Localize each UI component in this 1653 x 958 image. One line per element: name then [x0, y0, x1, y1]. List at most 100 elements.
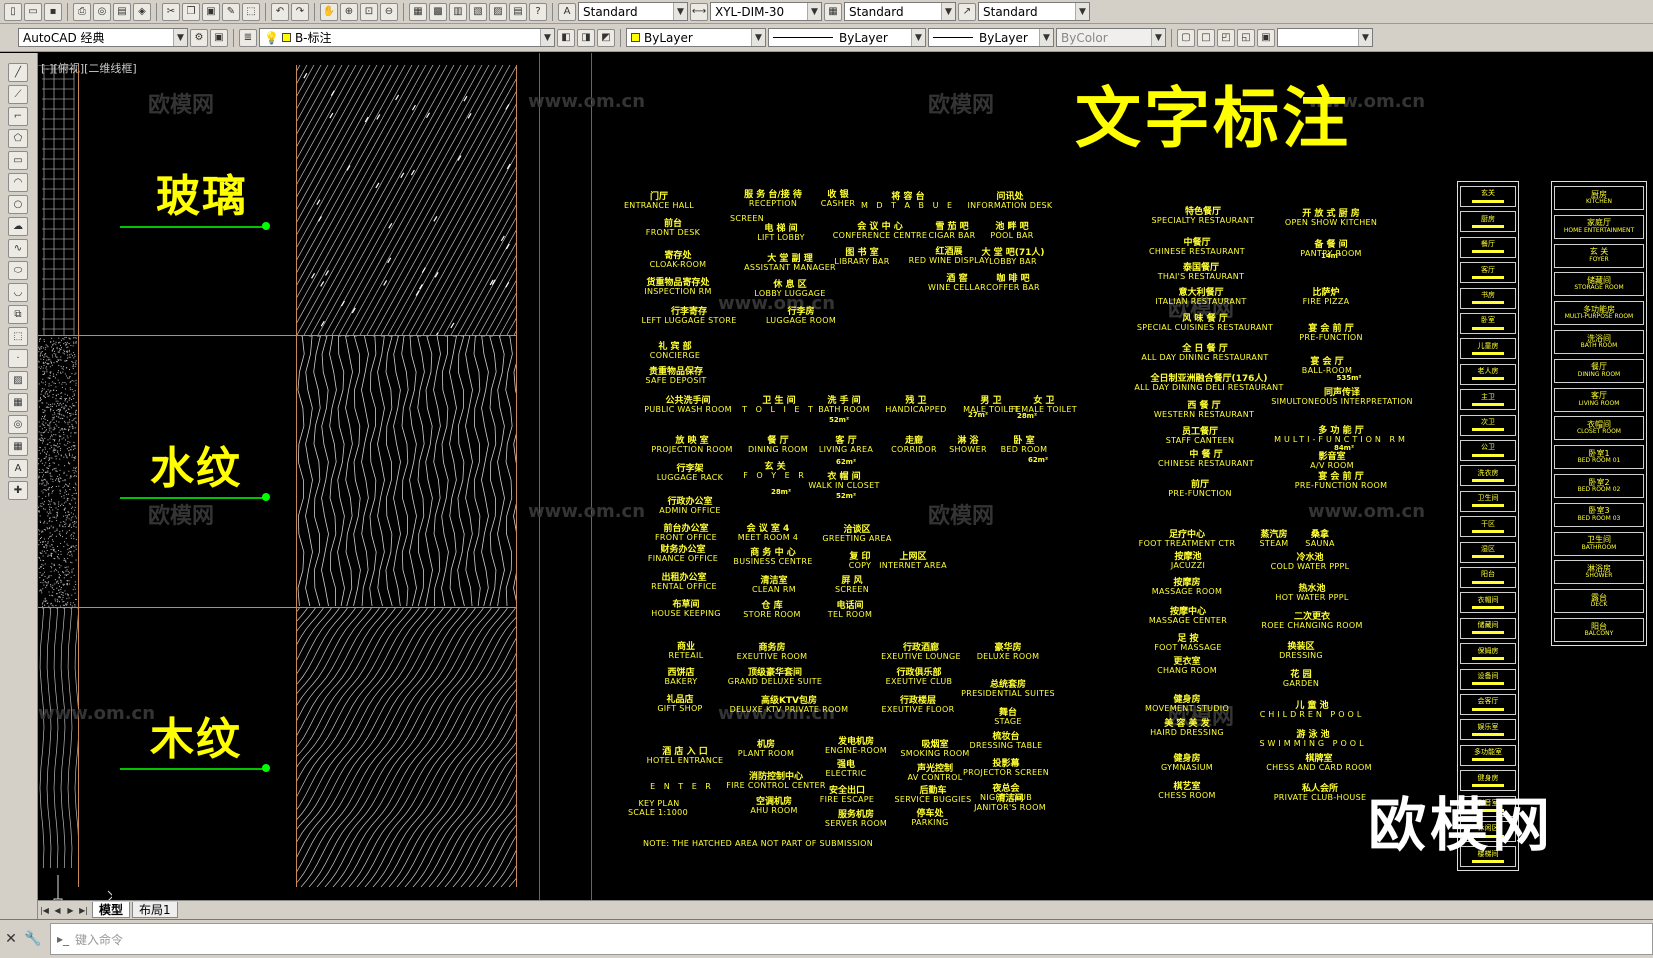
- chevron-down-icon: ▼: [807, 3, 821, 20]
- linetype-select[interactable]: ByLayer ▼: [768, 28, 926, 47]
- command-input[interactable]: ▸_ 键入命令: [50, 923, 1653, 955]
- layer-previous-icon[interactable]: ◨: [577, 29, 595, 47]
- viewport-scale-icon[interactable]: ▣: [1257, 29, 1275, 47]
- watermark-logo: 欧模网: [1368, 778, 1554, 862]
- annotation-label: 声光控制 AV CONTROL: [907, 765, 962, 783]
- legend-cell-en: BATH ROOM: [1581, 343, 1618, 349]
- make-current-icon[interactable]: ◧: [557, 29, 575, 47]
- annotation-en: ASSISTANT MANAGER: [744, 264, 836, 272]
- properties-icon[interactable]: ▦: [409, 3, 427, 21]
- hatch-icon[interactable]: ▨: [8, 371, 28, 390]
- annotation-label: 总统套房 PRESIDENTIAL SUITES: [961, 681, 1055, 699]
- multiline-text-icon[interactable]: A: [8, 459, 28, 478]
- legend-cell-en: HOME ENTERTAINMENT: [1564, 228, 1634, 234]
- lineweight-select[interactable]: ByLayer ▼: [928, 28, 1054, 47]
- construction-line-icon[interactable]: ⟋: [8, 85, 28, 104]
- viewport-icon[interactable]: ▢: [1177, 29, 1195, 47]
- gear-icon[interactable]: ⚙: [190, 29, 208, 47]
- match-properties-icon[interactable]: ✎: [222, 3, 240, 21]
- paste-icon[interactable]: ▣: [202, 3, 220, 21]
- sheet-set-icon[interactable]: ▧: [469, 3, 487, 21]
- legend-cell: 老人房: [1460, 364, 1516, 385]
- polygon-icon[interactable]: ⬠: [8, 129, 28, 148]
- dim-style-icon[interactable]: ⟷: [690, 3, 708, 21]
- make-block-icon[interactable]: ⬚: [8, 327, 28, 346]
- undo-icon[interactable]: ↶: [271, 3, 289, 21]
- annotation-en: PRE-FUNCTION: [1299, 334, 1362, 342]
- annotation-label: 热水池 HOT WATER PPPL: [1275, 585, 1348, 603]
- polyline-icon[interactable]: ⌐: [8, 107, 28, 126]
- annotation-label: NOTE: THE HATCHED AREA NOT PART OF SUBMI…: [643, 840, 873, 848]
- line-icon[interactable]: ╱: [8, 63, 28, 82]
- point-icon[interactable]: ·: [8, 349, 28, 368]
- help-icon[interactable]: ?: [529, 3, 547, 21]
- first-tab-icon[interactable]: |◀: [38, 904, 51, 917]
- next-tab-icon[interactable]: ▶: [64, 904, 77, 917]
- clip-viewport-icon[interactable]: ◱: [1237, 29, 1255, 47]
- area-value: 535m²: [1337, 375, 1362, 382]
- workspace-settings-icon[interactable]: ▣: [210, 29, 228, 47]
- table-icon[interactable]: ▦: [8, 437, 28, 456]
- zoom-realtime-icon[interactable]: ⊕: [340, 3, 358, 21]
- annotation-label: 图 书 室 LIBRARY BAR: [834, 249, 889, 267]
- text-style-select[interactable]: Standard ▼: [578, 2, 688, 21]
- circle-icon[interactable]: ○: [8, 195, 28, 214]
- workspace-select[interactable]: AutoCAD 经典 ▼: [18, 28, 188, 47]
- open-icon[interactable]: ▭: [24, 3, 42, 21]
- last-tab-icon[interactable]: ▶|: [77, 904, 90, 917]
- redo-icon[interactable]: ↷: [291, 3, 309, 21]
- table-style-icon[interactable]: ▦: [824, 3, 842, 21]
- revcloud-icon[interactable]: ☁: [8, 217, 28, 236]
- pan-icon[interactable]: ✋: [320, 3, 338, 21]
- tool-palettes-icon[interactable]: ▥: [449, 3, 467, 21]
- region-icon[interactable]: ◎: [8, 415, 28, 434]
- prev-tab-icon[interactable]: ◀: [51, 904, 64, 917]
- legend-cell-bar: [1472, 403, 1504, 406]
- tab-model[interactable]: 模型: [92, 902, 130, 918]
- leader-line: [120, 768, 266, 770]
- tab-layout1[interactable]: 布局1: [132, 902, 178, 918]
- mleader-style-select[interactable]: Standard ▼: [978, 2, 1090, 21]
- chevron-down-icon: ▼: [1075, 3, 1089, 20]
- layer-manager-icon[interactable]: ≣: [239, 29, 257, 47]
- insert-block-icon[interactable]: ⧉: [8, 305, 28, 324]
- design-center-icon[interactable]: ▩: [429, 3, 447, 21]
- layer-state-icon[interactable]: ◩: [597, 29, 615, 47]
- gradient-icon[interactable]: ▦: [8, 393, 28, 412]
- copy-icon[interactable]: ❐: [182, 3, 200, 21]
- viewport-scale-select[interactable]: ▼: [1277, 28, 1373, 47]
- rectangle-icon[interactable]: ▭: [8, 151, 28, 170]
- preview-icon[interactable]: ◎: [93, 3, 111, 21]
- arc-icon[interactable]: ◠: [8, 173, 28, 192]
- text-style-icon[interactable]: A: [558, 3, 576, 21]
- table-style-select[interactable]: Standard ▼: [844, 2, 956, 21]
- spline-icon[interactable]: ∿: [8, 239, 28, 258]
- calculator-icon[interactable]: ▤: [509, 3, 527, 21]
- publish-icon[interactable]: ▤: [113, 3, 131, 21]
- markup-icon[interactable]: ▨: [489, 3, 507, 21]
- zoom-previous-icon[interactable]: ⊖: [380, 3, 398, 21]
- print-icon[interactable]: ⎙: [73, 3, 91, 21]
- polygon-viewport-icon[interactable]: ◰: [1217, 29, 1235, 47]
- annotation-label: 寄存处 CLOAK-ROOM: [650, 252, 707, 270]
- color-select[interactable]: ByLayer ▼: [626, 28, 766, 47]
- close-icon[interactable]: ✕: [0, 930, 22, 948]
- layer-select[interactable]: 💡 B-标注 ▼: [259, 28, 555, 47]
- single-viewport-icon[interactable]: □: [1197, 29, 1215, 47]
- annotation-en: PROJECTOR SCREEN: [963, 769, 1049, 777]
- ellipse-icon[interactable]: ⬭: [8, 261, 28, 280]
- ellipse-arc-icon[interactable]: ◡: [8, 283, 28, 302]
- annotation-label: 中 餐 厅 CHINESE RESTAURANT: [1158, 451, 1254, 469]
- block-editor-icon[interactable]: ⬚: [242, 3, 260, 21]
- add-selected-icon[interactable]: ✚: [8, 481, 28, 500]
- zoom-window-icon[interactable]: ⊡: [360, 3, 378, 21]
- dim-style-select[interactable]: XYL-DIM-30 ▼: [710, 2, 822, 21]
- annotation-label: 放 映 室 PROJECTION ROOM: [651, 437, 732, 455]
- save-icon[interactable]: ▪: [44, 3, 62, 21]
- wrench-icon[interactable]: 🔧: [22, 930, 44, 948]
- cut-icon[interactable]: ✂: [162, 3, 180, 21]
- drawing-canvas[interactable]: [-][俯视][二维线框] 玻璃 水纹 木纹 欧模网 www.om.cn 欧模网…: [38, 53, 1653, 901]
- new-icon[interactable]: ▯: [4, 3, 22, 21]
- 3d-print-icon[interactable]: ◈: [133, 3, 151, 21]
- mleader-style-icon[interactable]: ↗: [958, 3, 976, 21]
